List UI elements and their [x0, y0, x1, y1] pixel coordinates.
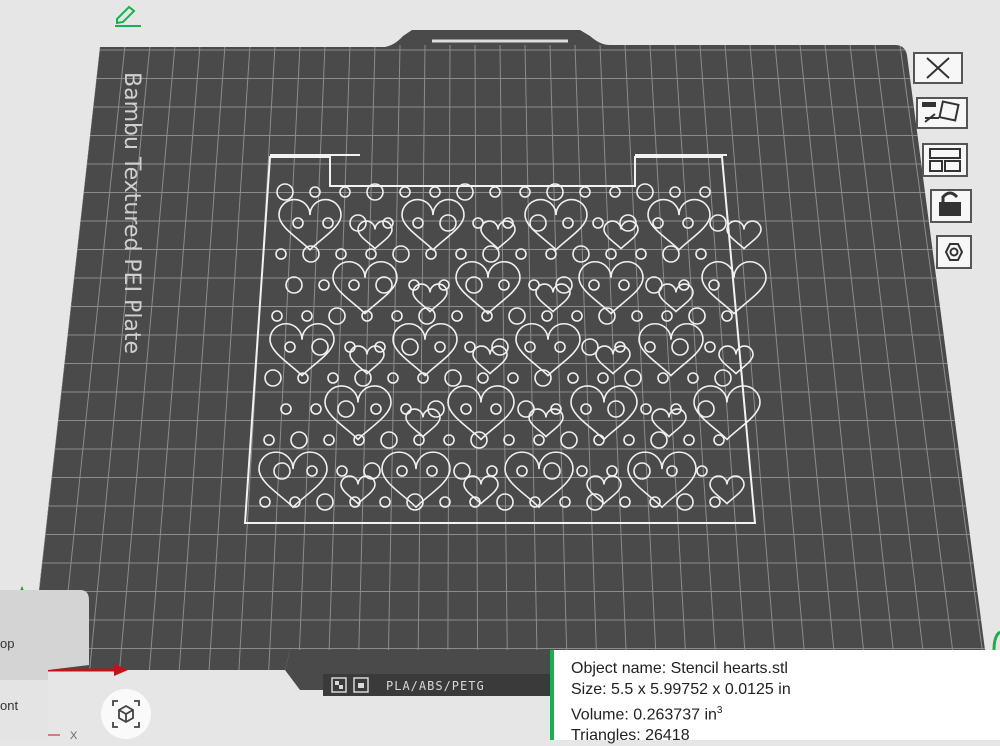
build-plate: [30, 30, 985, 690]
object-info-panel: Object name: Stencil hearts.stl Size: 5.…: [550, 650, 1000, 744]
lock-icon: [930, 189, 972, 223]
reset-view-button[interactable]: [101, 689, 151, 739]
panel-edge-accent: [992, 630, 1000, 651]
plate-name: Bambu Textured PEI Plate: [119, 72, 144, 354]
plate-settings-button[interactable]: [913, 232, 972, 269]
hexagon-nut-icon: [936, 235, 972, 269]
volume-unit-exponent: 3: [716, 705, 723, 716]
auto-orient-icon: [916, 97, 968, 129]
view-cube-front-face[interactable]: ont: [0, 698, 18, 713]
cube-view-icon: [112, 700, 140, 728]
object-name: Object name: Stencil hearts.stl: [571, 660, 788, 677]
arrange-icon: [922, 143, 968, 177]
object-volume-value: Volume: 0.263737 in: [571, 706, 717, 724]
close-button[interactable]: [913, 52, 965, 86]
object-volume: Volume: 0.263737 in3: [571, 700, 1000, 725]
lock-plate-button[interactable]: [913, 186, 972, 223]
arrange-button[interactable]: [913, 140, 968, 177]
object-size: Size: 5.5 x 5.99752 x 0.0125 in: [571, 681, 791, 698]
close-icon: [913, 52, 963, 84]
object-triangles: Triangles: 26418: [571, 727, 690, 745]
view-cube[interactable]: op ont: [0, 590, 90, 740]
plate-type-badge: PLA/ABS/PETG: [323, 674, 553, 696]
build-plate-viewport[interactable]: Bambu Textured PEI Plate PLA/ABS/PETG X: [0, 0, 1000, 740]
filament-label: PLA/ABS/PETG: [386, 679, 485, 693]
auto-orient-button[interactable]: [913, 96, 968, 130]
pencil-icon[interactable]: [115, 5, 141, 27]
view-cube-top-face[interactable]: op: [0, 636, 14, 651]
